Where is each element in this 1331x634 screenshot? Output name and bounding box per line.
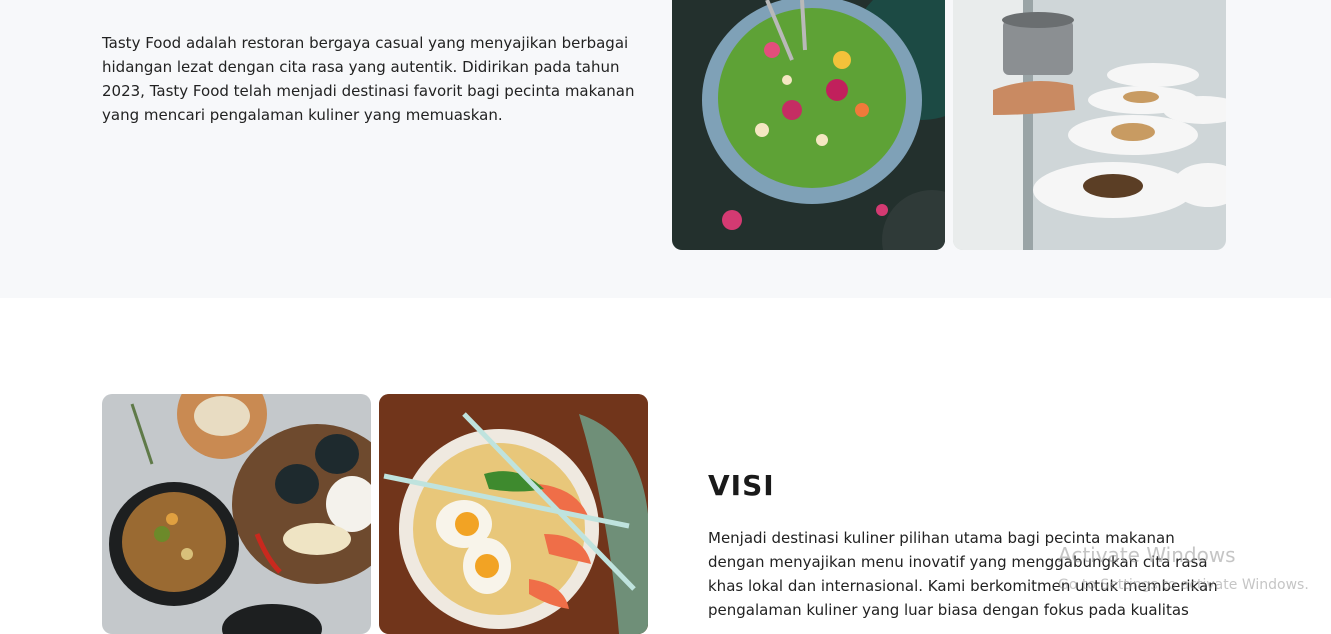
chef-plating-photo <box>953 0 1226 250</box>
ramen-bowl-photo <box>379 394 648 634</box>
watermark-title: Activate Windows <box>1058 543 1236 567</box>
watermark-subtitle: Go to Settings to activate Windows. <box>1058 577 1309 593</box>
activate-windows-watermark: Activate Windows Go to Settings to activ… <box>1058 543 1309 595</box>
vision-heading: VISI <box>708 469 775 503</box>
salad-bowl-photo <box>672 0 945 250</box>
about-section: Tasty Food adalah restoran bergaya casua… <box>0 0 1331 298</box>
about-paragraph: Tasty Food adalah restoran bergaya casua… <box>102 34 635 124</box>
table-spread-photo <box>102 394 371 634</box>
